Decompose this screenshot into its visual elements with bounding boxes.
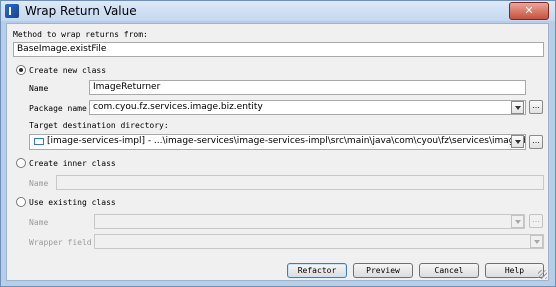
window-title: Wrap Return Value: [25, 4, 137, 18]
target-browse-button[interactable]: ...: [529, 135, 543, 149]
method-label: Method to wrap returns from:: [13, 30, 148, 39]
package-name-combo[interactable]: com.cyou.fz.services.image.biz.entity: [89, 100, 526, 115]
dialog-content: Method to wrap returns from: BaseImage.e…: [6, 23, 549, 281]
class-name-input[interactable]: ImageReturner: [89, 80, 526, 95]
existing-class-combo[interactable]: [94, 214, 525, 229]
preview-button[interactable]: Preview: [353, 263, 413, 278]
wrapper-field-combo[interactable]: [94, 234, 544, 249]
intellij-app-icon: [5, 4, 19, 18]
cancel-button[interactable]: Cancel: [419, 263, 479, 278]
target-directory-combo[interactable]: [image-services-impl] - ...\image-servic…: [29, 134, 526, 150]
create-new-class-label[interactable]: Create new class: [29, 66, 106, 75]
method-field[interactable]: BaseImage.existFile: [13, 42, 544, 57]
existing-class-browse-button[interactable]: ...: [529, 214, 543, 228]
close-button[interactable]: ✕: [509, 2, 549, 20]
target-dropdown-button[interactable]: [511, 135, 524, 148]
dialog-window: Wrap Return Value ✕ Method to wrap retur…: [0, 0, 556, 287]
create-new-class-radio[interactable]: [16, 65, 26, 75]
create-inner-class-label[interactable]: Create inner class: [29, 159, 116, 168]
name-label: Name: [29, 84, 49, 93]
title-bar[interactable]: Wrap Return Value ✕: [1, 1, 555, 21]
package-dropdown-button[interactable]: [511, 101, 524, 114]
package-name-label: Package name: [29, 104, 87, 113]
package-browse-button[interactable]: ...: [529, 100, 543, 114]
existing-name-label: Name: [29, 218, 49, 227]
target-directory-value: [image-services-impl] - ...\image-servic…: [47, 136, 526, 146]
existing-class-dropdown-button[interactable]: [511, 215, 524, 228]
folder-icon: [34, 138, 44, 145]
resize-grip[interactable]: [538, 270, 547, 279]
wrapper-field-dropdown-button[interactable]: [530, 235, 543, 248]
use-existing-class-radio[interactable]: [16, 197, 26, 207]
wrapper-field-label: Wrapper field: [29, 238, 92, 247]
target-directory-label: Target destination directory:: [29, 121, 169, 130]
inner-name-label: Name: [29, 179, 49, 188]
inner-class-name-input[interactable]: [56, 175, 544, 190]
refactor-button[interactable]: Refactor: [287, 263, 347, 278]
help-button[interactable]: Help: [485, 263, 544, 278]
create-inner-class-radio[interactable]: [16, 158, 26, 168]
use-existing-class-label[interactable]: Use existing class: [29, 198, 116, 207]
